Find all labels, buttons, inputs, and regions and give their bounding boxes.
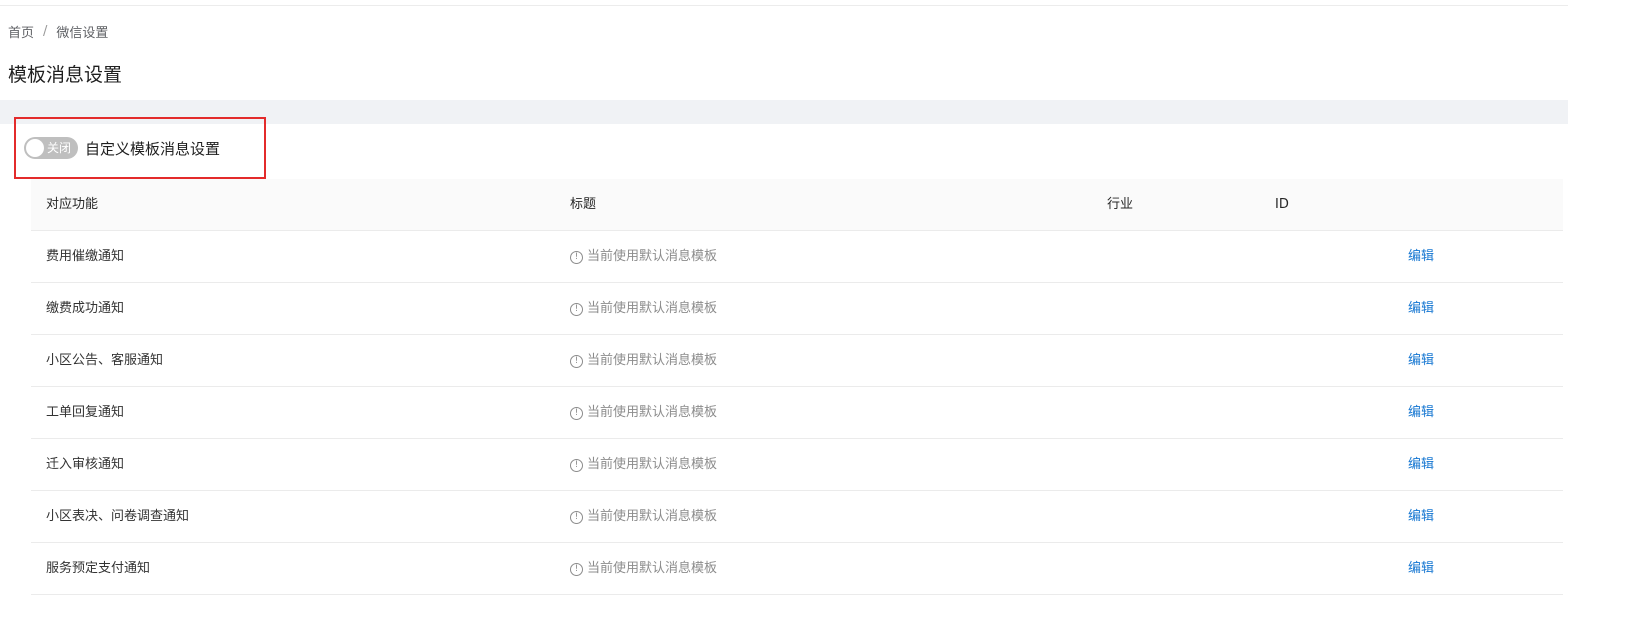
toggle-knob	[26, 139, 44, 157]
breadcrumb-current: 微信设置	[56, 25, 109, 41]
breadcrumb: 首页 / 微信设置	[8, 22, 109, 41]
row-title: ! 当前使用默认消息模板	[570, 543, 717, 595]
table-row: 工单回复通知 ! 当前使用默认消息模板 编辑	[31, 387, 1563, 439]
info-circle-icon: !	[570, 406, 583, 420]
row-title: ! 当前使用默认消息模板	[570, 491, 717, 543]
edit-link[interactable]: 编辑	[1408, 283, 1434, 335]
row-function: 工单回复通知	[46, 405, 125, 420]
info-circle-icon: !	[570, 250, 583, 264]
breadcrumb-separator: /	[43, 23, 48, 39]
edit-link[interactable]: 编辑	[1408, 543, 1434, 595]
custom-template-toggle[interactable]: 关闭	[24, 137, 78, 159]
row-title: ! 当前使用默认消息模板	[570, 387, 717, 439]
row-title: ! 当前使用默认消息模板	[570, 283, 717, 335]
row-function: 迁入审核通知	[46, 457, 125, 472]
top-divider	[0, 0, 1568, 6]
info-circle-icon: !	[570, 458, 583, 472]
row-title: ! 当前使用默认消息模板	[570, 439, 717, 491]
column-header-industry: 行业	[1107, 197, 1134, 212]
row-function: 小区公告、客服通知	[46, 353, 164, 368]
edit-link[interactable]: 编辑	[1408, 387, 1434, 439]
table-row: 费用催缴通知 ! 当前使用默认消息模板 编辑	[31, 231, 1563, 283]
page: 首页 / 微信设置 模板消息设置 关闭 自定义模板消息设置 对应功能 标题 行业…	[0, 0, 1625, 629]
row-function: 小区表决、问卷调查通知	[46, 509, 190, 524]
info-circle-icon: !	[570, 510, 583, 524]
info-circle-icon: !	[570, 302, 583, 316]
toggle-state-text: 关闭	[47, 141, 72, 155]
table-row: 小区公告、客服通知 ! 当前使用默认消息模板 编辑	[31, 335, 1563, 387]
row-function: 费用催缴通知	[46, 249, 125, 264]
template-table: 对应功能 标题 行业 ID 费用催缴通知 ! 当前使用默认消息模板 编辑 缴费成功…	[31, 179, 1563, 595]
info-circle-icon: !	[570, 354, 583, 368]
edit-link[interactable]: 编辑	[1408, 335, 1434, 387]
row-title-text: 当前使用默认消息模板	[587, 561, 718, 576]
row-title-text: 当前使用默认消息模板	[587, 301, 718, 316]
row-title-text: 当前使用默认消息模板	[587, 405, 718, 420]
edit-link[interactable]: 编辑	[1408, 231, 1434, 283]
page-title: 模板消息设置	[8, 64, 123, 86]
column-header-function: 对应功能	[46, 197, 99, 212]
custom-template-toggle-label: 自定义模板消息设置	[85, 139, 221, 158]
table-header-row: 对应功能 标题 行业 ID	[31, 179, 1563, 231]
column-header-title: 标题	[570, 197, 597, 212]
info-circle-icon: !	[570, 562, 583, 576]
row-title-text: 当前使用默认消息模板	[587, 509, 718, 524]
row-title-text: 当前使用默认消息模板	[587, 353, 718, 368]
table-row: 缴费成功通知 ! 当前使用默认消息模板 编辑	[31, 283, 1563, 335]
row-title-text: 当前使用默认消息模板	[587, 249, 718, 264]
row-title: ! 当前使用默认消息模板	[570, 231, 717, 283]
row-title-text: 当前使用默认消息模板	[587, 457, 718, 472]
column-header-id: ID	[1275, 197, 1289, 212]
edit-link[interactable]: 编辑	[1408, 491, 1434, 543]
custom-template-switch-row: 关闭 自定义模板消息设置	[14, 117, 266, 179]
row-function: 缴费成功通知	[46, 301, 125, 316]
table-row: 迁入审核通知 ! 当前使用默认消息模板 编辑	[31, 439, 1563, 491]
edit-link[interactable]: 编辑	[1408, 439, 1434, 491]
row-function: 服务预定支付通知	[46, 561, 151, 576]
table-row: 服务预定支付通知 ! 当前使用默认消息模板 编辑	[31, 543, 1563, 595]
table-row: 小区表决、问卷调查通知 ! 当前使用默认消息模板 编辑	[31, 491, 1563, 543]
row-title: ! 当前使用默认消息模板	[570, 335, 717, 387]
breadcrumb-home[interactable]: 首页	[8, 22, 34, 41]
